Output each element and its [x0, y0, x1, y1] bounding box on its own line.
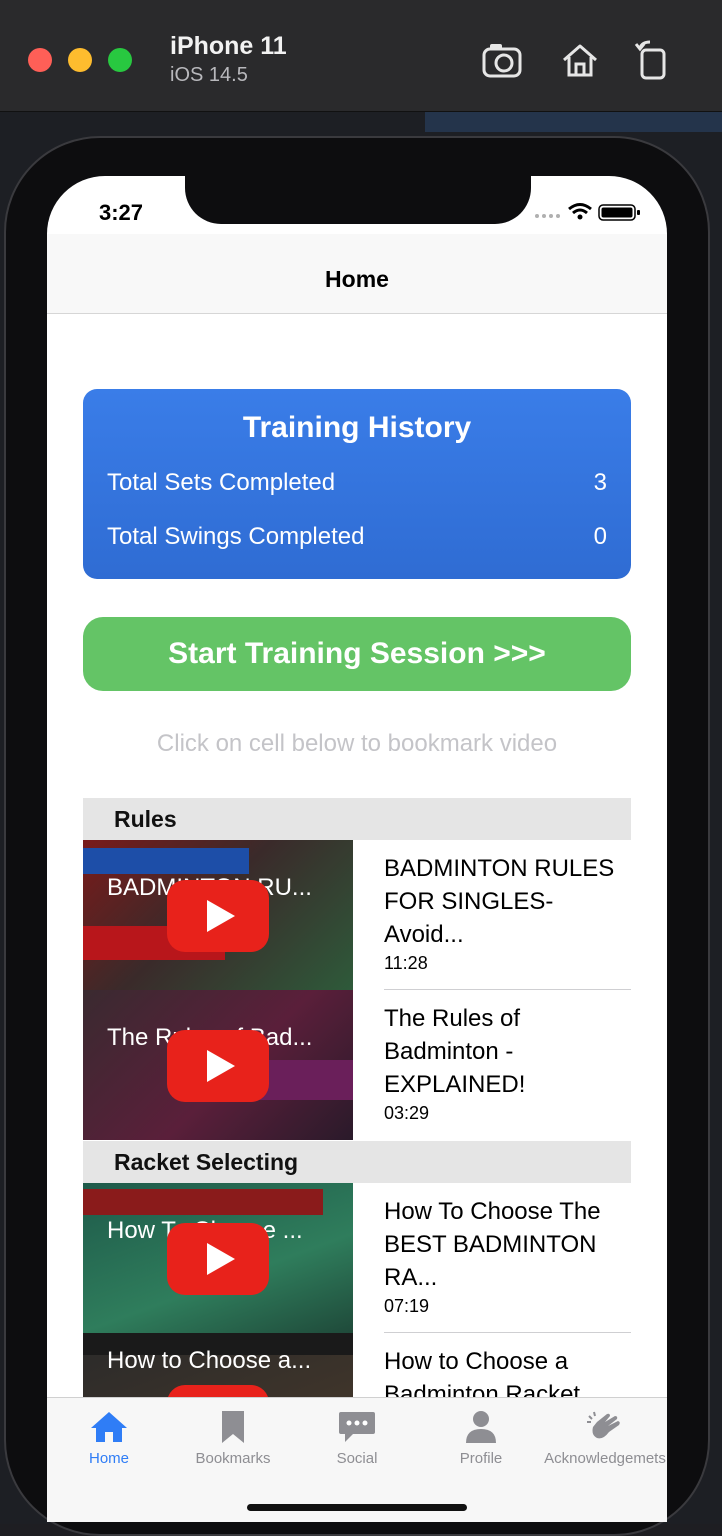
tab-bookmarks[interactable]: Bookmarks	[171, 1410, 295, 1480]
total-sets-row: Total Sets Completed 3	[107, 469, 607, 503]
total-swings-label: Total Swings Completed	[107, 523, 365, 550]
section-header-racket-selecting: Racket Selecting	[83, 1141, 631, 1183]
tab-social[interactable]: Social	[295, 1410, 419, 1480]
zoom-window-button[interactable]	[108, 48, 132, 72]
video-thumbnail[interactable]: How to Choose a...	[83, 1333, 353, 1397]
rotate-device-icon[interactable]	[630, 40, 674, 80]
video-duration: 03:29	[384, 1103, 430, 1123]
simulator-title-bar: iPhone 11 iOS 14.5	[0, 0, 722, 112]
wifi-icon	[568, 203, 592, 220]
video-cell[interactable]: How to Choose a... How to Choose a Badmi…	[83, 1333, 631, 1397]
video-cell[interactable]: BADMINTON RU... BADMINTON RULES FOR SING…	[83, 840, 631, 990]
background-editor-tab	[425, 112, 722, 132]
video-info: BADMINTON RULES FOR SINGLES- Avoid... 11…	[384, 852, 624, 974]
tab-label: Social	[336, 1450, 378, 1467]
video-thumbnail[interactable]: How To Choose ...	[83, 1183, 353, 1333]
home-content[interactable]: Training History Total Sets Completed 3 …	[47, 315, 667, 1397]
video-title: BADMINTON RULES FOR SINGLES- Avoid...	[384, 855, 615, 948]
video-thumbnail[interactable]: The Rules of Bad...	[83, 990, 353, 1140]
status-time: 3:27	[99, 200, 144, 225]
home-indicator	[247, 1504, 467, 1511]
video-title: The Rules of Badminton - EXPLAINED!	[384, 1005, 526, 1098]
bookmark-hint-text: Click on cell below to bookmark video	[156, 730, 558, 757]
video-title: How To Choose The BEST BADMINTON RA...	[384, 1198, 601, 1291]
video-info: How to Choose a Badminton Racket	[384, 1345, 624, 1397]
video-thumbnail[interactable]: BADMINTON RU...	[83, 840, 353, 990]
tab-profile[interactable]: Profile	[419, 1410, 543, 1480]
bookmark-icon	[222, 1411, 244, 1443]
clapping-hands-icon	[587, 1411, 620, 1439]
house-icon	[91, 1412, 127, 1442]
youtube-play-icon[interactable]	[167, 1030, 269, 1102]
video-cell[interactable]: How To Choose ... How To Choose The BEST…	[83, 1183, 631, 1333]
total-swings-value: 0	[593, 523, 607, 550]
youtube-play-icon[interactable]	[167, 1223, 269, 1295]
status-icons	[535, 203, 640, 221]
chat-bubble-icon	[339, 1412, 375, 1442]
video-title: How to Choose a Badminton Racket	[384, 1348, 581, 1397]
section-title: Racket Selecting	[114, 1149, 299, 1175]
total-swings-row: Total Swings Completed 0	[107, 523, 607, 557]
thumbnail-banner	[83, 848, 249, 874]
video-info: The Rules of Badminton - EXPLAINED! 03:2…	[384, 1002, 624, 1124]
person-icon	[466, 1411, 496, 1443]
start-training-button[interactable]: Start Training Session >>>	[83, 617, 631, 691]
tab-home[interactable]: Home	[47, 1410, 171, 1480]
cellular-signal-icon	[535, 214, 560, 218]
section-header-rules: Rules	[83, 798, 631, 840]
thumbnail-banner	[83, 1189, 323, 1215]
battery-icon	[598, 204, 640, 221]
section-title: Rules	[114, 806, 177, 832]
simulator-device-name: iPhone 11	[170, 32, 287, 60]
total-sets-value: 3	[593, 469, 607, 496]
youtube-play-icon[interactable]	[167, 1385, 269, 1397]
close-window-button[interactable]	[28, 48, 52, 72]
thumbnail-title: How to Choose a...	[107, 1347, 312, 1374]
navigation-bar: Home	[47, 234, 667, 314]
simulator-os-version: iOS 14.5	[170, 64, 248, 86]
tab-label: Profile	[459, 1450, 503, 1467]
video-cell[interactable]: The Rules of Bad... The Rules of Badmint…	[83, 990, 631, 1140]
video-duration: 11:28	[384, 953, 428, 973]
device-notch	[185, 176, 531, 224]
video-info: How To Choose The BEST BADMINTON RA... 0…	[384, 1195, 624, 1317]
tab-bar: Home Bookmarks Social Profile Acknowledg…	[47, 1397, 667, 1522]
youtube-play-icon[interactable]	[167, 880, 269, 952]
page-title: Home	[325, 266, 389, 292]
training-history-card: Training History Total Sets Completed 3 …	[83, 389, 631, 579]
tab-label: Acknowledgemets	[544, 1450, 666, 1467]
device-screen: 3:27 Home Training History Total Sets Co…	[47, 176, 667, 1522]
total-sets-label: Total Sets Completed	[107, 469, 336, 496]
minimize-window-button[interactable]	[68, 48, 92, 72]
tab-acknowledgements[interactable]: Acknowledgemets	[543, 1410, 667, 1480]
tab-label: Bookmarks	[195, 1450, 271, 1467]
training-history-title: Training History	[242, 411, 472, 444]
home-button-icon[interactable]	[558, 40, 602, 80]
tab-label: Home	[88, 1450, 129, 1467]
video-duration: 07:19	[384, 1296, 430, 1316]
screenshot-icon[interactable]	[480, 40, 524, 80]
